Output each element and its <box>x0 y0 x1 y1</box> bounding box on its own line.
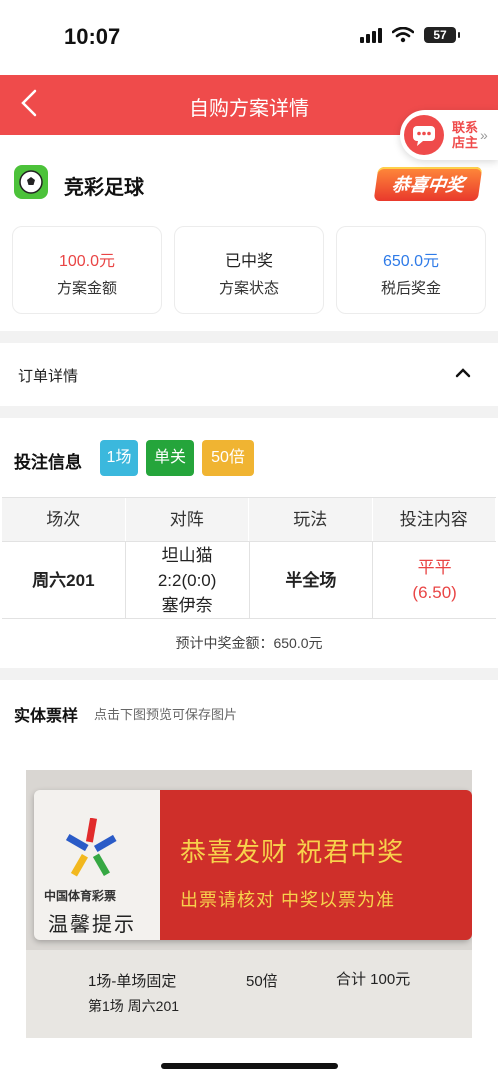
wifi-icon <box>392 27 414 43</box>
stat-prize-value: 650.0元 <box>382 253 440 270</box>
header-play: 玩法 <box>249 498 373 541</box>
stat-status-label: 方案状态 <box>218 280 279 297</box>
home-team: 坦山猫 <box>161 545 213 565</box>
table-row: 周六201 坦山猫 2:2(0:0) 塞伊奈 半全场 平平 (6.50) <box>2 542 496 619</box>
order-details-toggle[interactable]: 订单详情 <box>0 343 498 406</box>
stat-prize-label: 税后奖金 <box>380 280 441 297</box>
status-time: 10:07 <box>64 24 121 49</box>
game-name: 竞彩足球 <box>64 177 144 199</box>
ticket-photo[interactable]: 中国体育彩票 温馨提示 恭喜发财 祝君中奖 出票请核对 中奖以票为准 1场-单场… <box>26 770 472 1070</box>
header-pick: 投注内容 <box>373 498 496 541</box>
contact-label-line2: 店主 <box>452 135 479 150</box>
cell-match: 坦山猫 2:2(0:0) 塞伊奈 <box>126 542 250 618</box>
play-type: 半全场 <box>285 570 337 590</box>
tag-matches: 1场 <box>100 440 138 476</box>
sports-lottery-logo-icon <box>66 818 117 877</box>
signal-icon <box>360 27 382 43</box>
lottery-name: 中国体育彩票 <box>44 889 117 903</box>
ticket-total: 合计 100元 <box>336 971 411 988</box>
order-details-title: 订单详情 <box>18 368 79 385</box>
chevron-right-icon: » <box>480 127 488 143</box>
tag-multiplier: 50倍 <box>202 440 254 476</box>
session-text: 周六201 <box>32 570 95 590</box>
summary-card: 竞彩足球 恭喜中奖 100.0元 方案金额 已中奖 方案状态 650.0元 税后… <box>0 135 498 331</box>
ticket-line-2: 第1场 周六201 <box>88 998 180 1014</box>
contact-label-line1: 联系 <box>452 120 479 135</box>
away-team: 塞伊奈 <box>161 595 213 615</box>
ticket-line-1: 1场-单场固定 <box>88 973 177 990</box>
chat-icon <box>404 115 444 155</box>
stat-status-value: 已中奖 <box>224 253 273 270</box>
contact-label: 联系 店主 <box>452 120 478 150</box>
win-badge: 恭喜中奖 <box>373 167 483 201</box>
cell-pick: 平平 (6.50) <box>373 542 496 618</box>
ticket-title: 实体票样 <box>14 708 79 725</box>
header-session: 场次 <box>2 498 126 541</box>
estimated-prize: 预计中奖金额：650.0元 <box>175 635 323 651</box>
cell-play: 半全场 <box>250 542 374 618</box>
slogan: 恭喜发财 祝君中奖 <box>180 837 405 867</box>
stat-status: 已中奖 方案状态 <box>174 226 324 314</box>
ticket-section: 实体票样 点击下图预览可保存图片 中国体育彩票 温馨提示 恭喜发财 祝君中奖 出… <box>0 680 498 1080</box>
home-indicator[interactable] <box>161 1063 338 1069</box>
bottom-safe-area <box>0 1038 498 1080</box>
tag-single: 单关 <box>146 440 194 476</box>
cell-session: 周六201 <box>2 542 126 618</box>
bet-table-header: 场次 对阵 玩法 投注内容 <box>2 497 496 542</box>
status-icons: 57 <box>360 27 460 43</box>
slogan-secondary: 出票请核对 中奖以票为准 <box>180 890 395 910</box>
stat-amount-value: 100.0元 <box>58 253 116 270</box>
ticket-multiplier: 50倍 <box>246 973 278 990</box>
stat-amount: 100.0元 方案金额 <box>12 226 162 314</box>
header-match: 对阵 <box>126 498 249 541</box>
battery-icon: 57 <box>424 27 460 43</box>
pick-text: 平平 <box>417 558 452 577</box>
bet-table: 场次 对阵 玩法 投注内容 周六201 坦山猫 2:2(0:0) 塞伊奈 半全场… <box>2 497 496 619</box>
pick-odds: (6.50) <box>412 583 457 602</box>
chevron-up-icon <box>455 368 471 378</box>
ticket-subtitle: 点击下图预览可保存图片 <box>94 707 238 722</box>
soccer-ball-icon <box>14 165 48 199</box>
bet-info-title: 投注信息 <box>14 453 82 472</box>
stat-prize: 650.0元 税后奖金 <box>336 226 486 314</box>
stats-row: 100.0元 方案金额 已中奖 方案状态 650.0元 税后奖金 <box>12 226 486 314</box>
contact-owner-button[interactable]: 联系 店主 » <box>400 110 498 160</box>
bet-info-section: 投注信息 1场 单关 50倍 场次 对阵 玩法 投注内容 周六201 坦山猫 2… <box>0 418 498 668</box>
tips-label: 温馨提示 <box>48 914 136 936</box>
match-score: 2:2(0:0) <box>157 570 217 590</box>
status-bar: 10:07 57 <box>0 0 498 75</box>
stat-amount-label: 方案金额 <box>56 280 117 297</box>
